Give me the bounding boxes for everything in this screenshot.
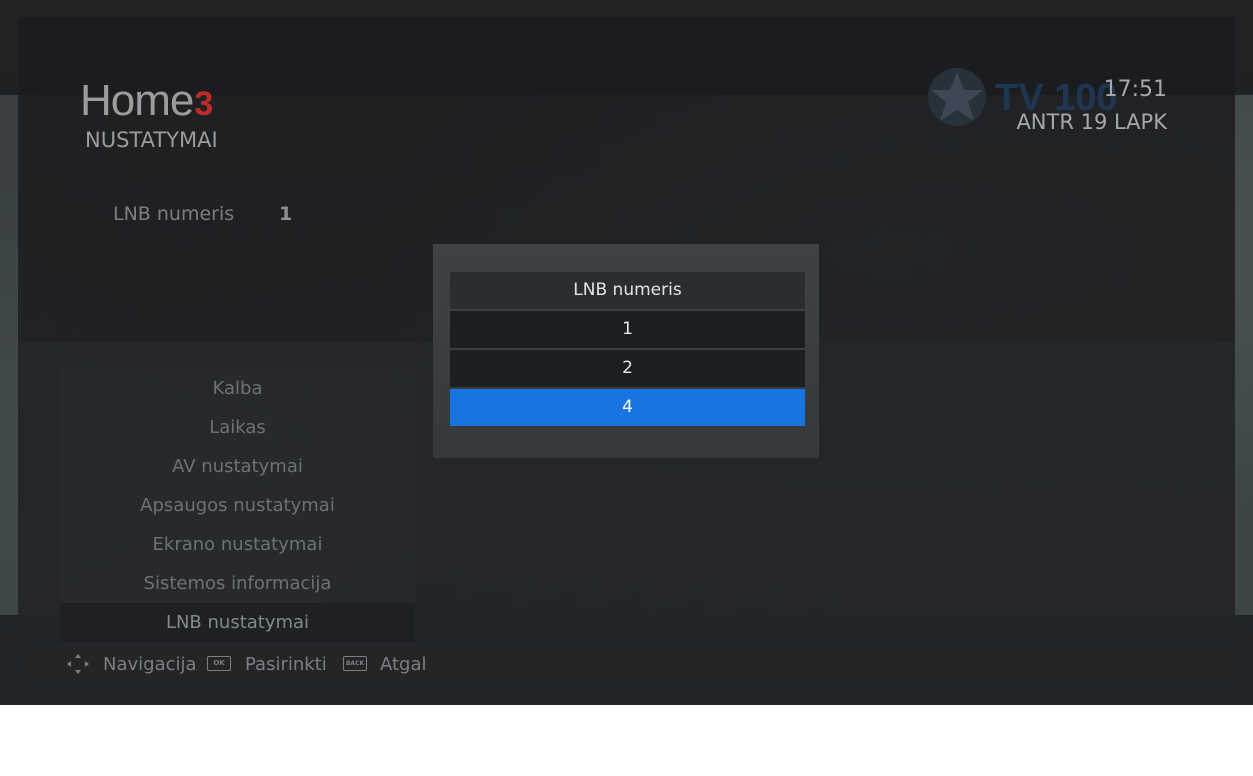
home3-logo: Home3 xyxy=(80,76,213,126)
hint-atgal: Atgal xyxy=(380,654,427,675)
logo-text: Home xyxy=(80,76,194,125)
menu-item-sistemos-informacija[interactable]: Sistemos informacija xyxy=(60,564,415,603)
menu-item-kalba[interactable]: Kalba xyxy=(60,369,415,408)
hint-pasirinkti: Pasirinkti xyxy=(245,654,327,675)
dialog-title: LNB numeris xyxy=(450,272,805,309)
menu-item-ekrano-nustatymai[interactable]: Ekrano nustatymai xyxy=(60,525,415,564)
footer-bar xyxy=(18,642,1235,686)
menu-item-apsaugos-nustatymai[interactable]: Apsaugos nustatymai xyxy=(60,486,415,525)
clock: 17:51 xyxy=(1103,77,1167,102)
lnb-number-value: 1 xyxy=(279,203,293,225)
menu-item-laikas[interactable]: Laikas xyxy=(60,408,415,447)
page-title: NUSTATYMAI xyxy=(85,128,218,152)
dialog-option-1[interactable]: 1 xyxy=(450,311,805,348)
dialog-option-4[interactable]: 4 xyxy=(450,389,805,426)
back-key-icon: BACK xyxy=(343,656,367,671)
dpad-icon xyxy=(67,654,89,674)
menu-item-av-nustatymai[interactable]: AV nustatymai xyxy=(60,447,415,486)
menu-item-lnb-nustatymai[interactable]: LNB nustatymai xyxy=(60,603,415,642)
logo-mark: 3 xyxy=(194,85,213,123)
tv-screen: Home3 NUSTATYMAI TV 100 17:51 ANTR 19 LA… xyxy=(0,0,1253,705)
star-icon xyxy=(928,68,986,126)
dialog-option-2[interactable]: 2 xyxy=(450,350,805,387)
settings-menu: Kalba Laikas AV nustatymai Apsaugos nust… xyxy=(60,369,415,642)
lnb-number-label: LNB numeris xyxy=(113,203,235,225)
hint-navigacija: Navigacija xyxy=(103,654,197,675)
lnb-number-dialog: LNB numeris 1 2 4 xyxy=(433,244,819,458)
ok-key-icon: OK xyxy=(207,656,231,671)
date: ANTR 19 LAPK xyxy=(1016,110,1167,134)
